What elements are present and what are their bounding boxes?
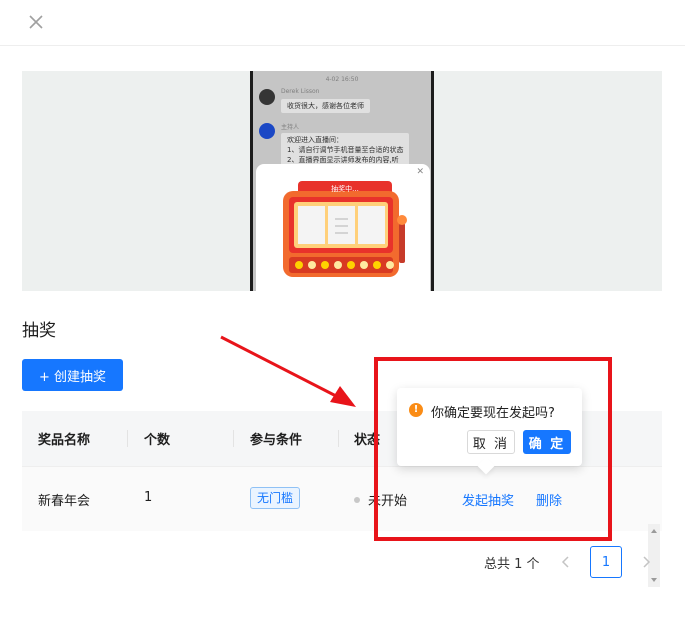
page-title: 抽奖 <box>22 321 56 341</box>
cancel-button[interactable]: 取 消 <box>467 430 515 454</box>
chevron-right-icon[interactable] <box>637 553 655 571</box>
header-divider <box>0 45 685 46</box>
lottery-preview: 4-02 16:50 Derek Lisson 收货很大，感谢各位老师 主持人 … <box>22 71 662 291</box>
status-cell: 未开始 <box>368 494 408 509</box>
close-icon[interactable] <box>24 10 48 34</box>
create-lottery-button[interactable]: + 创建抽奖 <box>22 359 123 391</box>
confirm-popover: ! 你确定要现在发起吗? 取 消 确 定 <box>397 388 582 475</box>
page-number-button[interactable]: 1 <box>590 546 622 578</box>
phone-screen: 4-02 16:50 Derek Lisson 收货很大，感谢各位老师 主持人 … <box>253 71 431 291</box>
table-row: 新春年会 1 无门槛 未开始 发起抽奖 删除 <box>22 466 662 587</box>
delete-link[interactable]: 删除 <box>536 490 562 509</box>
pagination-total: 总共 1 个 <box>484 557 540 572</box>
confirm-button[interactable]: 确 定 <box>523 430 571 454</box>
condition-tag: 无门槛 <box>250 487 301 509</box>
phone-mockup: 4-02 16:50 Derek Lisson 收货很大，感谢各位老师 主持人 … <box>250 71 434 291</box>
column-header-status: 状态 <box>354 433 381 448</box>
slot-machine-illustration: 抽奖中... <box>283 181 407 277</box>
status-dot <box>354 497 360 503</box>
lottery-popup-card: ✕ 抽奖中... <box>256 164 430 291</box>
column-header-condition: 参与条件 <box>250 433 303 448</box>
column-divider <box>127 430 128 447</box>
popover-title: 你确定要现在发起吗? <box>431 406 555 421</box>
close-icon: ✕ <box>416 167 424 177</box>
column-header-count: 个数 <box>144 433 171 448</box>
count-cell: 1 <box>144 490 153 505</box>
machine-banner-text: 抽奖中... <box>331 184 359 193</box>
column-divider <box>338 430 339 447</box>
prize-name-cell: 新春年会 <box>38 494 91 509</box>
column-divider <box>233 430 234 447</box>
chevron-left-icon[interactable] <box>557 553 575 571</box>
column-header-prize-name: 奖品名称 <box>38 433 91 448</box>
warning-icon: ! <box>409 403 423 417</box>
start-lottery-link[interactable]: 发起抽奖 <box>462 490 514 509</box>
